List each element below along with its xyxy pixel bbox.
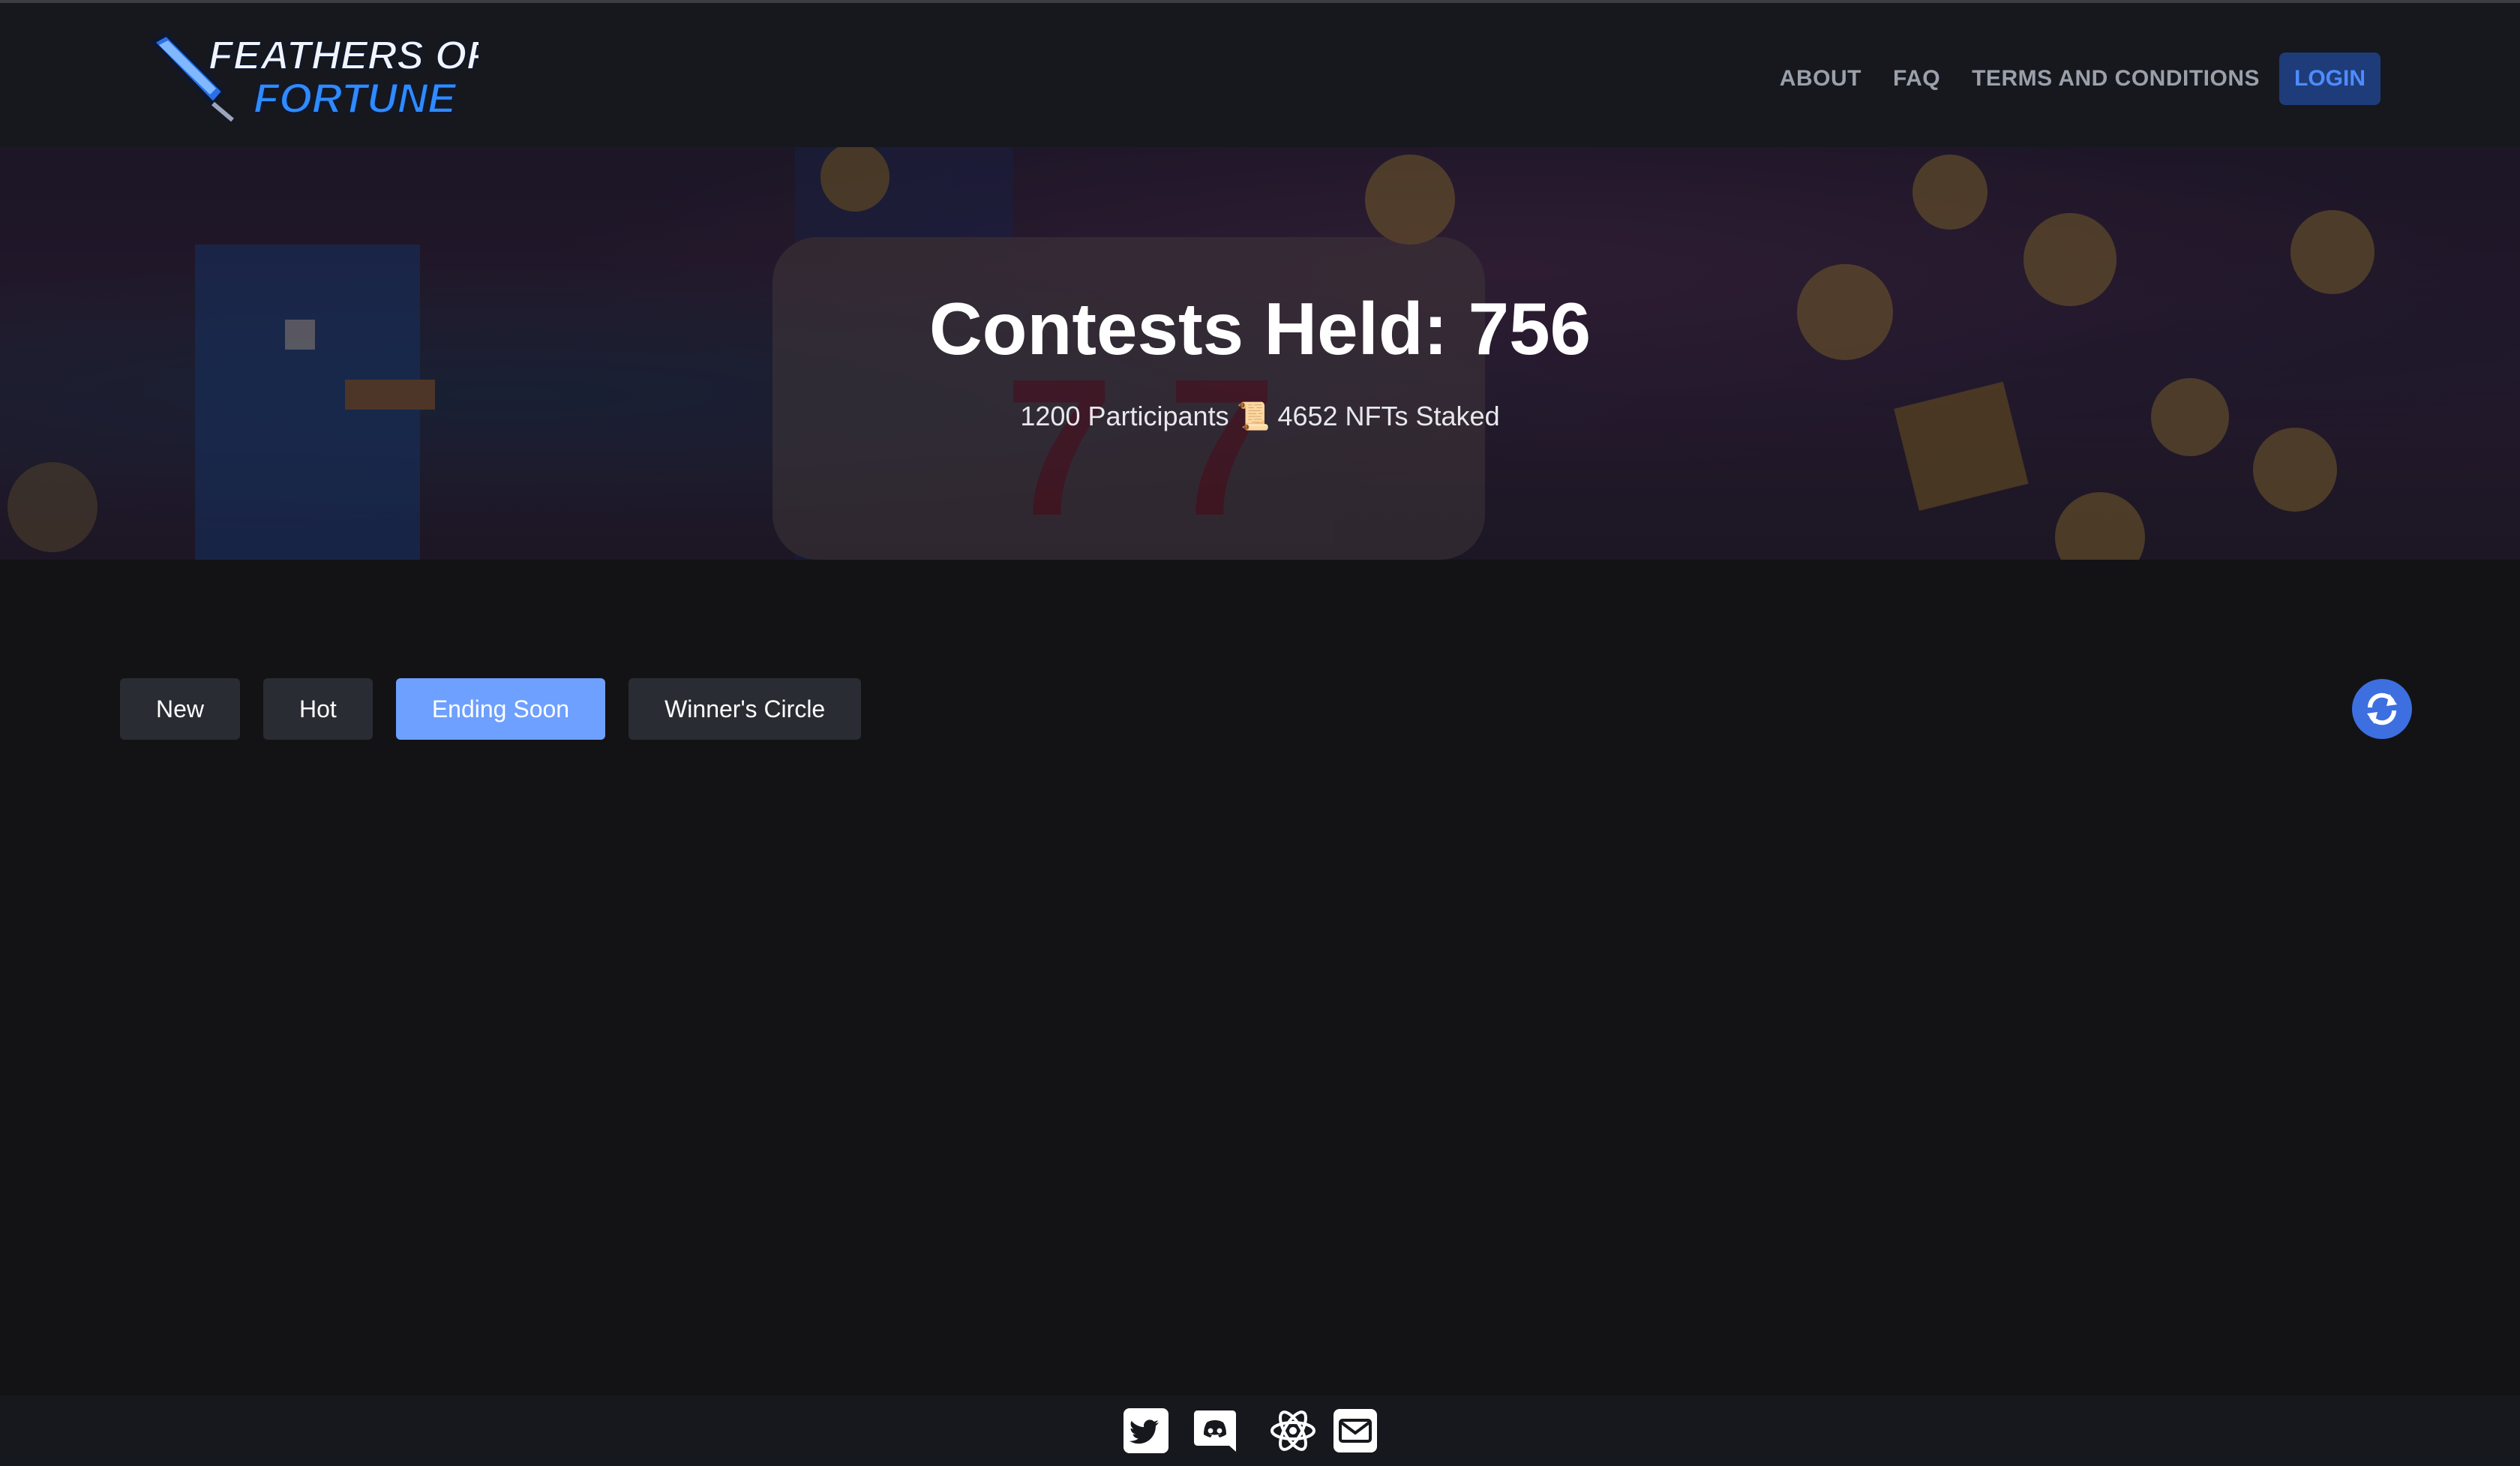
brand-logo[interactable]: FEATHERS OF FORTUNE	[148, 30, 478, 123]
tab-winners-circle[interactable]: Winner's Circle	[628, 678, 862, 740]
contest-filter-tabs: New Hot Ending Soon Winner's Circle	[120, 678, 884, 740]
discord-icon[interactable]	[1192, 1407, 1238, 1454]
nfts-staked-count: 4652 NFTs Staked	[1277, 401, 1500, 431]
hero-stats: 1200 Participants 📜 4652 NFTs Staked	[0, 401, 2520, 432]
hero-banner: 7 7 Contests Held: 756 1200 Participants…	[0, 147, 2520, 560]
brand-line2: FORTUNE	[254, 74, 457, 122]
main-nav: ABOUT FAQ TERMS AND CONDITIONS LOGIN	[1748, 53, 2380, 105]
email-icon[interactable]	[1332, 1407, 1378, 1454]
site-header: FEATHERS OF FORTUNE ABOUT FAQ TERMS AND …	[0, 3, 2520, 147]
atom-icon[interactable]	[1270, 1407, 1316, 1454]
refresh-icon	[2367, 692, 2397, 725]
nav-terms[interactable]: TERMS AND CONDITIONS	[1972, 66, 2260, 92]
participants-count: 1200 Participants	[1020, 401, 1229, 431]
refresh-button[interactable]	[2352, 679, 2412, 739]
twitter-icon[interactable]	[1123, 1407, 1169, 1454]
contests-held-title: Contests Held: 756	[928, 287, 1592, 370]
brand-line1: FEATHERS OF	[208, 33, 478, 78]
login-button[interactable]: LOGIN	[2279, 53, 2380, 105]
tab-ending-soon[interactable]: Ending Soon	[395, 678, 606, 740]
scroll-icon: 📜	[1236, 401, 1270, 431]
tab-new[interactable]: New	[120, 678, 241, 740]
nav-about[interactable]: ABOUT	[1780, 66, 1862, 92]
nav-faq[interactable]: FAQ	[1893, 66, 1940, 92]
tab-hot[interactable]: Hot	[263, 678, 373, 740]
site-footer	[0, 1395, 2520, 1466]
